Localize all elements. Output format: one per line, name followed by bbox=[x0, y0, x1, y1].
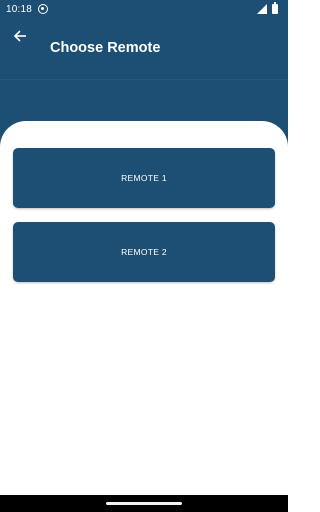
screen: 10:18 Choose Remote REMOTE 1 REMOTE 2 bbox=[0, 0, 288, 512]
status-time: 10:18 bbox=[6, 3, 33, 15]
status-right bbox=[257, 2, 278, 14]
notification-circle-icon bbox=[38, 4, 49, 14]
page-title: Choose Remote bbox=[50, 40, 161, 56]
navigation-bar bbox=[0, 495, 288, 512]
remote-1-button[interactable]: REMOTE 1 bbox=[13, 148, 275, 208]
battery-icon bbox=[272, 2, 278, 14]
remote-2-label: REMOTE 2 bbox=[121, 247, 167, 257]
signal-icon bbox=[257, 4, 267, 14]
toolbar: Choose Remote bbox=[0, 18, 288, 80]
home-indicator[interactable] bbox=[106, 502, 182, 505]
back-button[interactable] bbox=[8, 24, 32, 48]
status-bar: 10:18 bbox=[0, 0, 288, 18]
status-left: 10:18 bbox=[6, 3, 49, 15]
remote-2-button[interactable]: REMOTE 2 bbox=[13, 222, 275, 282]
arrow-left-icon bbox=[13, 30, 26, 42]
remote-1-label: REMOTE 1 bbox=[121, 173, 167, 183]
